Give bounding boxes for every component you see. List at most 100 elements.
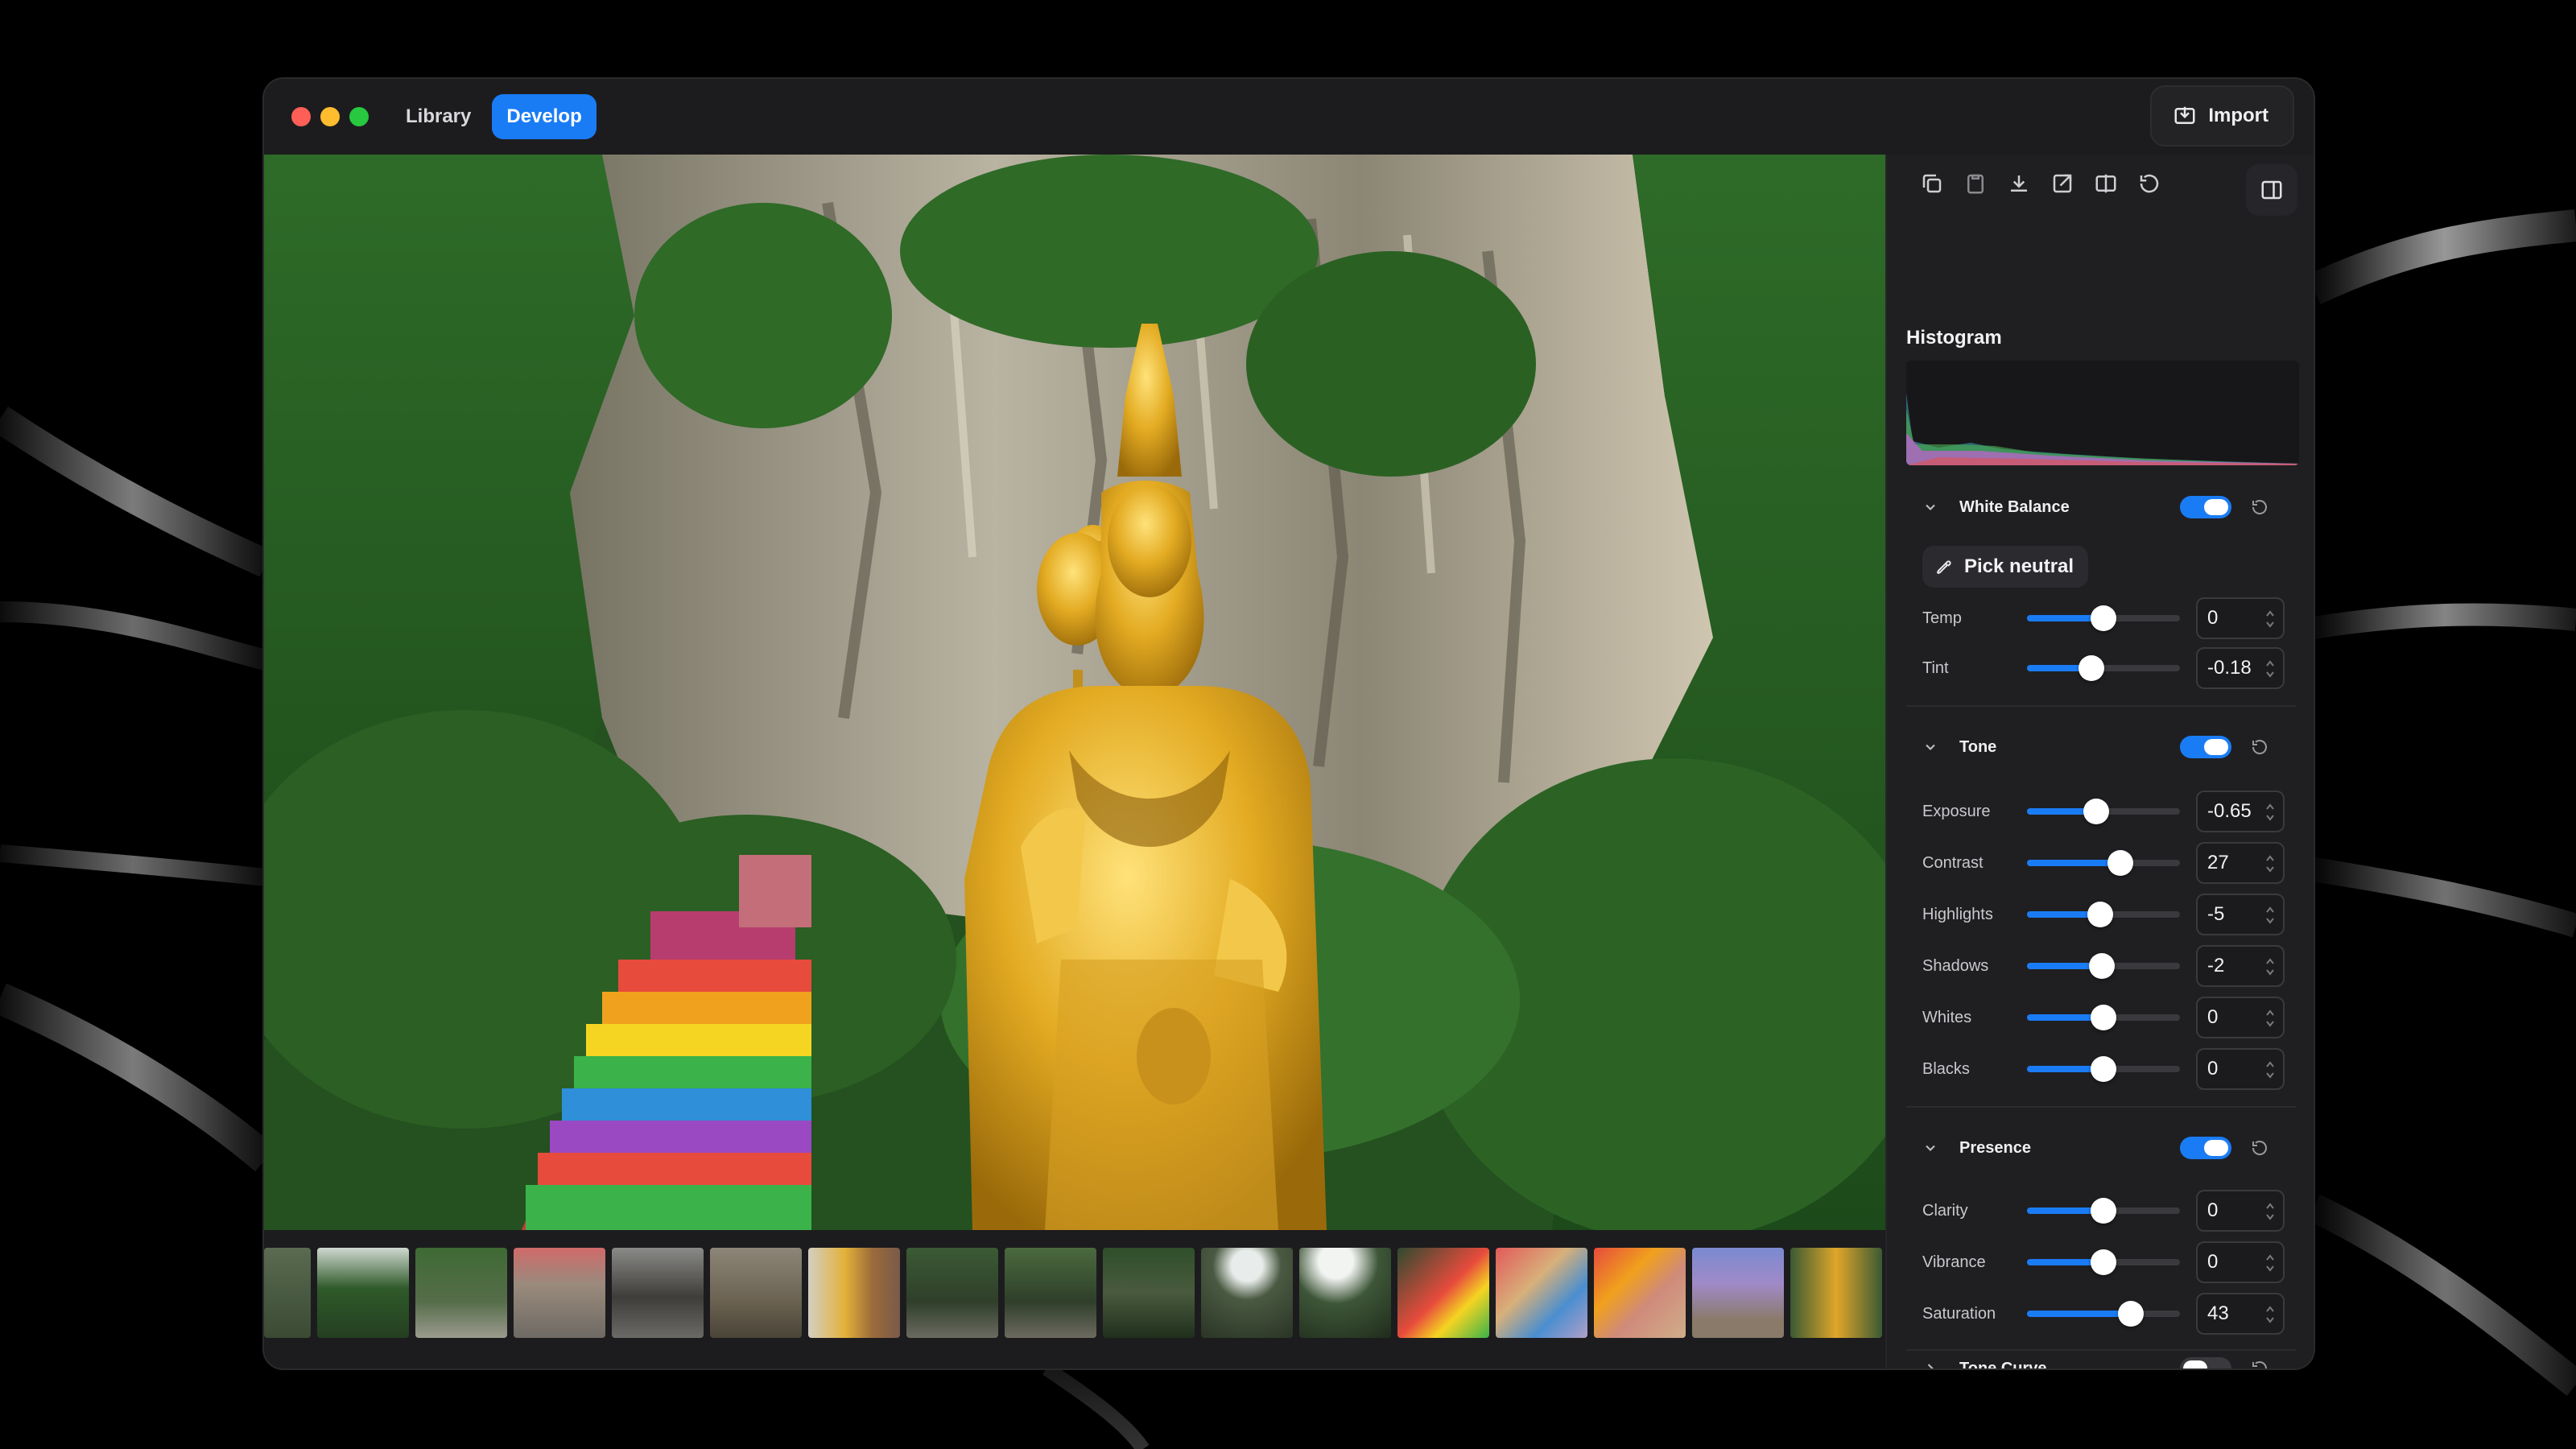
maximize-window-button[interactable]: [349, 107, 369, 126]
tone-curve-header[interactable]: Tone Curve: [1906, 1354, 2296, 1368]
tint-value-field[interactable]: -0.18: [2196, 647, 2285, 689]
tone-curve-toggle[interactable]: [2180, 1357, 2231, 1368]
slider-knob[interactable]: [2091, 1005, 2116, 1030]
slider-knob[interactable]: [2083, 799, 2109, 824]
copy-icon[interactable]: [1919, 171, 1945, 196]
slider-knob[interactable]: [2107, 850, 2133, 876]
shadows-slider[interactable]: [2027, 953, 2180, 979]
slider-knob[interactable]: [2091, 605, 2116, 631]
highlights-label: Highlights: [1922, 905, 1993, 923]
vibrance-value: 0: [2207, 1251, 2219, 1273]
clarity-slider[interactable]: [2027, 1198, 2180, 1224]
tone-toggle[interactable]: [2180, 736, 2231, 758]
slider-row-blacks: Blacks 0: [1922, 1048, 2293, 1090]
stepper-icon[interactable]: [2265, 802, 2275, 823]
filmstrip-thumbnail[interactable]: [1594, 1248, 1686, 1338]
import-button[interactable]: Import: [2150, 85, 2294, 147]
stepper-icon[interactable]: [2265, 1008, 2275, 1029]
close-window-button[interactable]: [291, 107, 311, 126]
blacks-slider[interactable]: [2027, 1056, 2180, 1082]
toggle-sidebar-button[interactable]: [2246, 164, 2297, 216]
white-balance-toggle[interactable]: [2180, 496, 2231, 518]
reset-icon[interactable]: [2248, 1136, 2272, 1160]
filmstrip-thumbnail[interactable]: [1005, 1248, 1096, 1338]
slider-knob[interactable]: [2091, 1249, 2116, 1275]
undo-icon[interactable]: [2136, 171, 2162, 196]
window-controls: [291, 107, 369, 126]
exposure-value-field[interactable]: -0.65: [2196, 791, 2285, 832]
stepper-icon[interactable]: [2265, 1201, 2275, 1222]
highlights-value-field[interactable]: -5: [2196, 894, 2285, 935]
highlights-slider[interactable]: [2027, 902, 2180, 927]
slider-knob[interactable]: [2089, 953, 2116, 979]
stepper-icon[interactable]: [2265, 853, 2275, 874]
stepper-icon[interactable]: [2265, 1253, 2275, 1274]
temp-slider[interactable]: [2027, 605, 2180, 631]
filmstrip-thumbnail[interactable]: [808, 1248, 900, 1338]
slider-knob[interactable]: [2078, 655, 2104, 681]
pick-neutral-label: Pick neutral: [1964, 555, 2074, 577]
temp-value-field[interactable]: 0: [2196, 597, 2285, 639]
presence-toggle[interactable]: [2180, 1137, 2231, 1159]
vibrance-slider[interactable]: [2027, 1249, 2180, 1275]
slider-knob[interactable]: [2091, 1056, 2116, 1082]
reset-icon[interactable]: [2248, 735, 2272, 759]
filmstrip-thumbnail[interactable]: [514, 1248, 605, 1338]
reset-icon[interactable]: [2248, 1356, 2272, 1368]
reset-icon[interactable]: [2248, 495, 2272, 519]
tone-header[interactable]: Tone: [1906, 729, 2296, 765]
shadows-label: Shadows: [1922, 956, 1989, 975]
paste-icon[interactable]: [1963, 171, 1988, 196]
stepper-icon[interactable]: [2265, 1059, 2275, 1080]
contrast-value-field[interactable]: 27: [2196, 842, 2285, 884]
develop-panel: Histogram White Balance Pick neutral Tem…: [1885, 155, 2314, 1368]
exposure-label: Exposure: [1922, 802, 1991, 820]
slider-knob[interactable]: [2118, 1301, 2145, 1327]
filmstrip-thumbnail[interactable]: [612, 1248, 704, 1338]
saturation-value-field[interactable]: 43: [2196, 1293, 2285, 1335]
filmstrip-thumbnail[interactable]: [1103, 1248, 1195, 1338]
filmstrip-thumbnail[interactable]: [317, 1248, 409, 1338]
filmstrip-thumbnail[interactable]: [264, 1248, 311, 1338]
shadows-value-field[interactable]: -2: [2196, 945, 2285, 987]
filmstrip-thumbnail[interactable]: [906, 1248, 998, 1338]
filmstrip-thumbnail[interactable]: [1790, 1248, 1882, 1338]
slider-knob[interactable]: [2087, 902, 2114, 927]
exposure-slider[interactable]: [2027, 799, 2180, 824]
slider-row-shadows: Shadows -2: [1922, 945, 2293, 987]
filmstrip-thumbnail[interactable]: [1692, 1248, 1784, 1338]
minimize-window-button[interactable]: [320, 107, 340, 126]
shadows-value: -2: [2207, 955, 2225, 976]
stepper-icon[interactable]: [2265, 956, 2275, 977]
presence-header[interactable]: Presence: [1906, 1130, 2296, 1166]
tab-develop[interactable]: Develop: [492, 94, 597, 139]
blacks-value-field[interactable]: 0: [2196, 1048, 2285, 1090]
filmstrip-thumbnail[interactable]: [710, 1248, 802, 1338]
stepper-icon[interactable]: [2265, 905, 2275, 926]
stepper-icon[interactable]: [2265, 1304, 2275, 1325]
contrast-slider[interactable]: [2027, 850, 2180, 876]
whites-slider[interactable]: [2027, 1005, 2180, 1030]
vibrance-value-field[interactable]: 0: [2196, 1241, 2285, 1283]
stepper-icon[interactable]: [2265, 609, 2275, 630]
clarity-value-field[interactable]: 0: [2196, 1190, 2285, 1232]
export-icon[interactable]: [2050, 171, 2075, 196]
filmstrip-thumbnail[interactable]: [1299, 1248, 1391, 1338]
photo-canvas[interactable]: [264, 155, 1885, 1230]
slider-knob[interactable]: [2091, 1198, 2116, 1224]
compare-icon[interactable]: [2093, 171, 2119, 196]
histogram-title: Histogram: [1906, 327, 2002, 349]
filmstrip-thumbnail[interactable]: [1201, 1248, 1293, 1338]
import-icon: [2174, 106, 2195, 124]
download-icon[interactable]: [2006, 171, 2032, 196]
saturation-slider[interactable]: [2027, 1301, 2180, 1327]
stepper-icon[interactable]: [2265, 658, 2275, 679]
filmstrip-thumbnail[interactable]: [1397, 1248, 1489, 1338]
white-balance-header[interactable]: White Balance: [1906, 489, 2296, 525]
filmstrip-thumbnail[interactable]: [415, 1248, 507, 1338]
whites-value-field[interactable]: 0: [2196, 997, 2285, 1038]
pick-neutral-button[interactable]: Pick neutral: [1922, 546, 2089, 588]
filmstrip-thumbnail[interactable]: [1496, 1248, 1587, 1338]
tint-slider[interactable]: [2027, 655, 2180, 681]
tab-library[interactable]: Library: [391, 94, 485, 139]
